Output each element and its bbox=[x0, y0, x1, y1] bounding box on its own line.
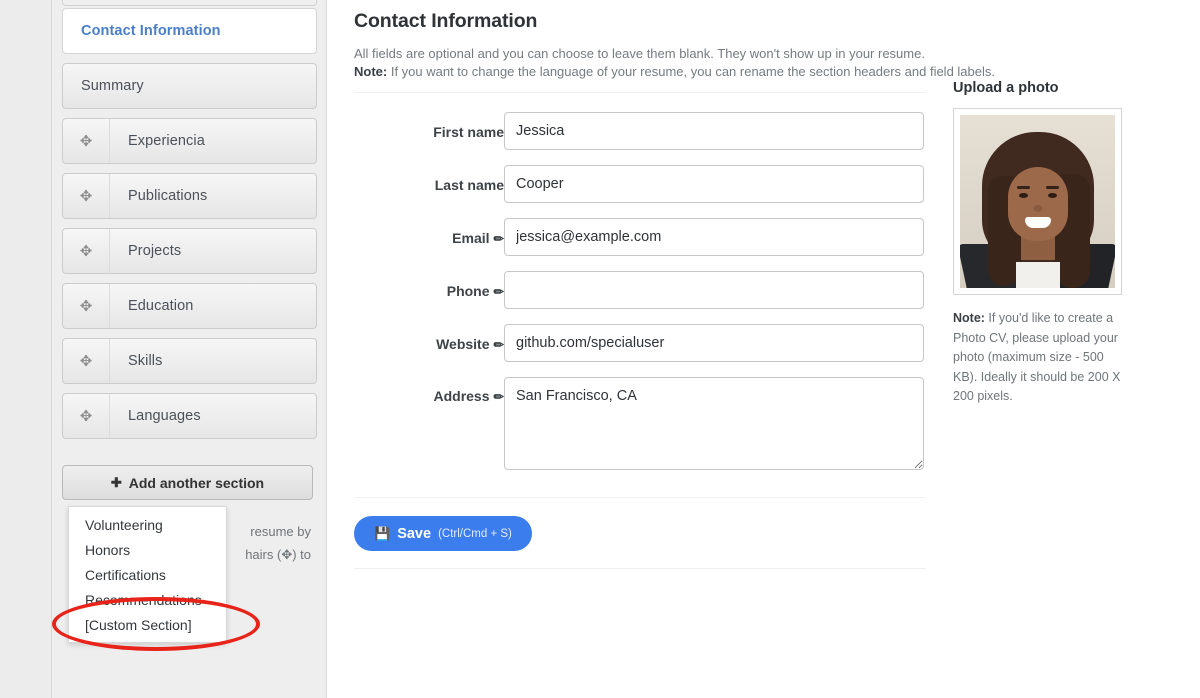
floppy-disk-icon: 💾 bbox=[374, 526, 391, 541]
address-label-text: Address bbox=[433, 388, 490, 404]
divider-top bbox=[354, 92, 926, 93]
sidebar-item-label: Summary bbox=[81, 78, 144, 94]
portrait-photo bbox=[960, 115, 1115, 288]
sidebar-item-label: Publications bbox=[128, 188, 208, 204]
sidebar-item-label: Skills bbox=[128, 353, 163, 369]
page-title: Contact Information bbox=[354, 10, 538, 32]
sidebar-item-projects[interactable]: ✥ Projects bbox=[62, 228, 317, 274]
note-label: Note: bbox=[354, 64, 388, 79]
address-label: Address ✏ bbox=[354, 388, 504, 404]
photo-note-label: Note: bbox=[953, 311, 985, 325]
sidebar-item-label: Languages bbox=[128, 408, 201, 424]
last-name-input[interactable] bbox=[504, 165, 924, 203]
sidebar-item-label: Experiencia bbox=[128, 133, 205, 149]
field-row-email: Email ✏ bbox=[328, 218, 948, 271]
sidebar-item-contact-information[interactable]: Contact Information bbox=[62, 8, 317, 54]
sidebar-item-experiencia[interactable]: ✥ Experiencia bbox=[62, 118, 317, 164]
phone-label: Phone ✏ bbox=[354, 283, 504, 299]
divider-below-save bbox=[354, 568, 926, 569]
add-another-section-button[interactable]: ✚ Add another section bbox=[62, 465, 313, 500]
sidebar-item-label: Contact Information bbox=[81, 23, 221, 39]
sidebar-item-label: Projects bbox=[128, 243, 182, 259]
field-row-phone: Phone ✏ bbox=[328, 271, 948, 324]
note-text: If you want to change the language of yo… bbox=[387, 64, 995, 79]
move-crosshair-icon[interactable]: ✥ bbox=[63, 174, 110, 218]
move-crosshair-icon[interactable]: ✥ bbox=[63, 394, 110, 438]
email-label-text: Email bbox=[452, 230, 490, 246]
pencil-icon[interactable]: ✏ bbox=[494, 285, 504, 299]
move-crosshair-icon[interactable]: ✥ bbox=[63, 339, 110, 383]
sidebar-section-list: Contact Information Summary ✥ Experienci… bbox=[62, 8, 317, 448]
upload-photo-panel: Upload a photo Note: If you'd like to cr… bbox=[953, 80, 1153, 407]
sidebar-item-education[interactable]: ✥ Education bbox=[62, 283, 317, 329]
pencil-icon[interactable]: ✏ bbox=[494, 338, 504, 352]
photo-upload-dropzone[interactable] bbox=[953, 108, 1122, 295]
form-description: All fields are optional and you can choo… bbox=[354, 46, 925, 61]
move-crosshair-icon[interactable]: ✥ bbox=[63, 229, 110, 273]
move-crosshair-icon[interactable]: ✥ bbox=[63, 284, 110, 328]
dropdown-option-custom-section[interactable]: [Custom Section] bbox=[69, 613, 226, 638]
first-name-input[interactable] bbox=[504, 112, 924, 150]
dropdown-option-volunteering[interactable]: Volunteering bbox=[69, 513, 226, 538]
dropdown-option-certifications[interactable]: Certifications bbox=[69, 563, 226, 588]
save-shortcut-hint: (Ctrl/Cmd + S) bbox=[438, 527, 512, 540]
add-another-section-label: Add another section bbox=[128, 474, 265, 491]
contact-form: First name Last name Email ✏ Phone ✏ bbox=[328, 112, 948, 487]
website-label: Website ✏ bbox=[354, 336, 504, 352]
form-note: Note: If you want to change the language… bbox=[354, 64, 995, 79]
sidebar-item-skills[interactable]: ✥ Skills bbox=[62, 338, 317, 384]
save-button[interactable]: 💾 Save (Ctrl/Cmd + S) bbox=[354, 516, 532, 551]
field-row-website: Website ✏ bbox=[328, 324, 948, 377]
address-textarea[interactable]: San Francisco, CA bbox=[504, 377, 924, 470]
sidebar-item-summary[interactable]: Summary bbox=[62, 63, 317, 109]
save-button-label: Save bbox=[397, 525, 432, 542]
dropdown-option-recommendations[interactable]: Recommendations bbox=[69, 588, 226, 613]
divider-above-save bbox=[354, 497, 926, 498]
field-row-address: Address ✏ San Francisco, CA bbox=[328, 377, 948, 487]
main-content: Contact Information All fields are optio… bbox=[328, 0, 1200, 698]
first-name-label: First name bbox=[433, 124, 504, 140]
add-section-dropdown-menu[interactable]: Volunteering Honors Certifications Recom… bbox=[68, 506, 227, 643]
email-label: Email ✏ bbox=[354, 230, 504, 246]
field-row-last-name: Last name bbox=[328, 165, 948, 218]
page-left-gutter bbox=[0, 0, 51, 698]
plus-circle-icon: ✚ bbox=[110, 475, 122, 490]
app-window: Contact Information Summary ✥ Experienci… bbox=[0, 0, 1200, 698]
sidebar-item-languages[interactable]: ✥ Languages bbox=[62, 393, 317, 439]
pencil-icon[interactable]: ✏ bbox=[494, 390, 504, 404]
sidebar-item-above-cutoff[interactable] bbox=[62, 0, 317, 6]
sidebar-item-publications[interactable]: ✥ Publications bbox=[62, 173, 317, 219]
field-row-first-name: First name bbox=[328, 112, 948, 165]
last-name-label: Last name bbox=[434, 177, 504, 193]
dropdown-option-honors[interactable]: Honors bbox=[69, 538, 226, 563]
move-crosshair-icon[interactable]: ✥ bbox=[63, 119, 110, 163]
phone-input[interactable] bbox=[504, 271, 924, 309]
sidebar-item-label: Education bbox=[128, 298, 194, 314]
pencil-icon[interactable]: ✏ bbox=[494, 232, 504, 246]
upload-photo-title: Upload a photo bbox=[953, 80, 1059, 96]
phone-label-text: Phone bbox=[446, 283, 490, 299]
website-input[interactable] bbox=[504, 324, 924, 362]
email-input[interactable] bbox=[504, 218, 924, 256]
website-label-text: Website bbox=[436, 336, 490, 352]
photo-upload-note: Note: If you'd like to create a Photo CV… bbox=[953, 309, 1131, 407]
